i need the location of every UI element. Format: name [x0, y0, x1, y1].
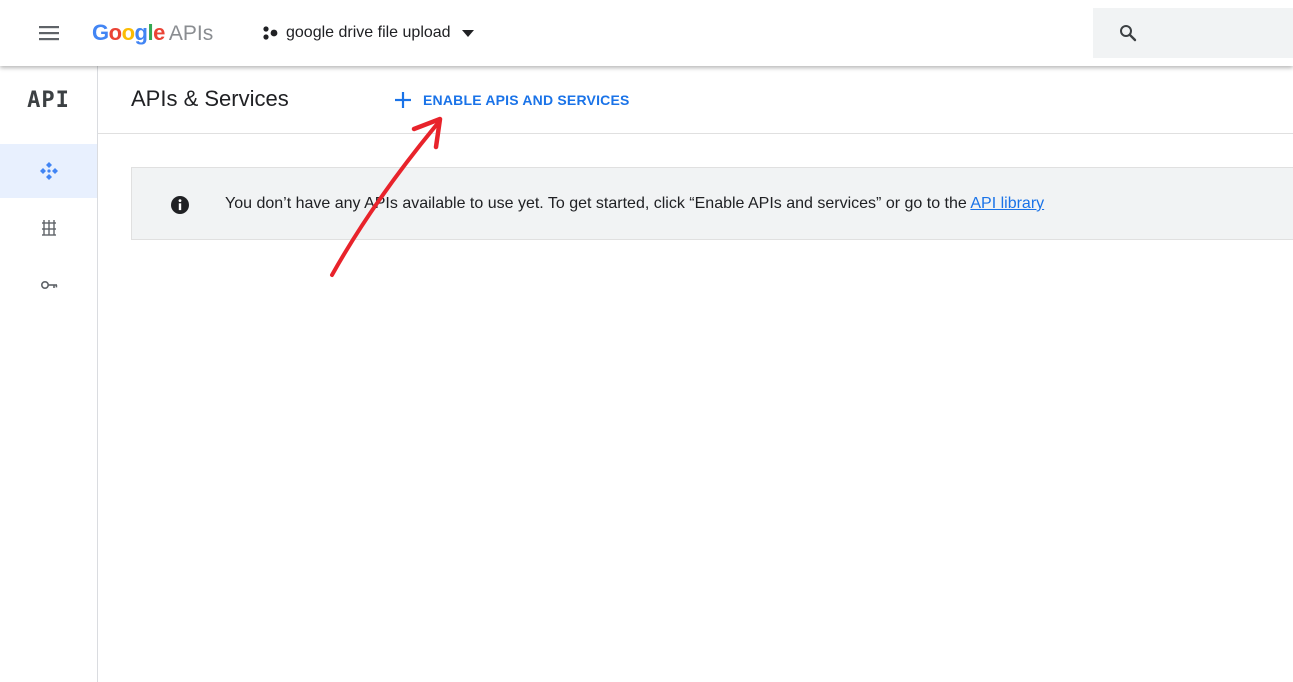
nav-item-dashboard[interactable] — [0, 144, 97, 198]
info-icon — [171, 196, 189, 214]
enable-apis-label: ENABLE APIS AND SERVICES — [423, 92, 630, 108]
page-header: APIs & Services ENABLE APIS AND SERVICES — [98, 66, 1293, 134]
google-apis-logo[interactable]: G o o g l e APIs — [92, 16, 213, 50]
logo-letter: o — [108, 20, 122, 45]
search-icon — [1120, 25, 1137, 42]
info-banner: You don’t have any APIs available to use… — [131, 167, 1293, 240]
caret-down-icon — [461, 30, 474, 37]
api-library-link[interactable]: API library — [970, 195, 1044, 212]
logo-letter: g — [134, 20, 148, 45]
logo-suffix: APIs — [168, 22, 214, 45]
project-selector[interactable]: google drive file upload — [262, 18, 475, 48]
logo-letter: G — [92, 20, 109, 45]
logo-letter: o — [121, 20, 135, 45]
page-title: APIs & Services — [131, 86, 289, 111]
nav-item-library[interactable] — [0, 201, 97, 255]
project-dots-icon — [263, 26, 278, 40]
project-name: google drive file upload — [286, 24, 451, 41]
key-icon — [40, 281, 57, 290]
top-app-bar: G o o g l e APIs google drive file uploa… — [0, 0, 1293, 66]
logo-letter: e — [153, 20, 165, 45]
api-dashboard-icon — [39, 162, 58, 180]
left-nav-rail: API — [0, 66, 98, 682]
search-box[interactable] — [1093, 8, 1293, 58]
banner-message-text: You don’t have any APIs available to use… — [225, 195, 971, 212]
nav-item-credentials[interactable] — [0, 258, 97, 312]
library-icon — [41, 220, 56, 236]
banner-message: You don’t have any APIs available to use… — [225, 195, 1044, 213]
plus-icon — [395, 92, 411, 108]
hamburger-menu-icon — [39, 26, 59, 41]
api-product-logo: API — [27, 87, 70, 113]
enable-apis-button[interactable]: ENABLE APIS AND SERVICES — [393, 85, 630, 115]
menu-button[interactable] — [36, 20, 62, 46]
